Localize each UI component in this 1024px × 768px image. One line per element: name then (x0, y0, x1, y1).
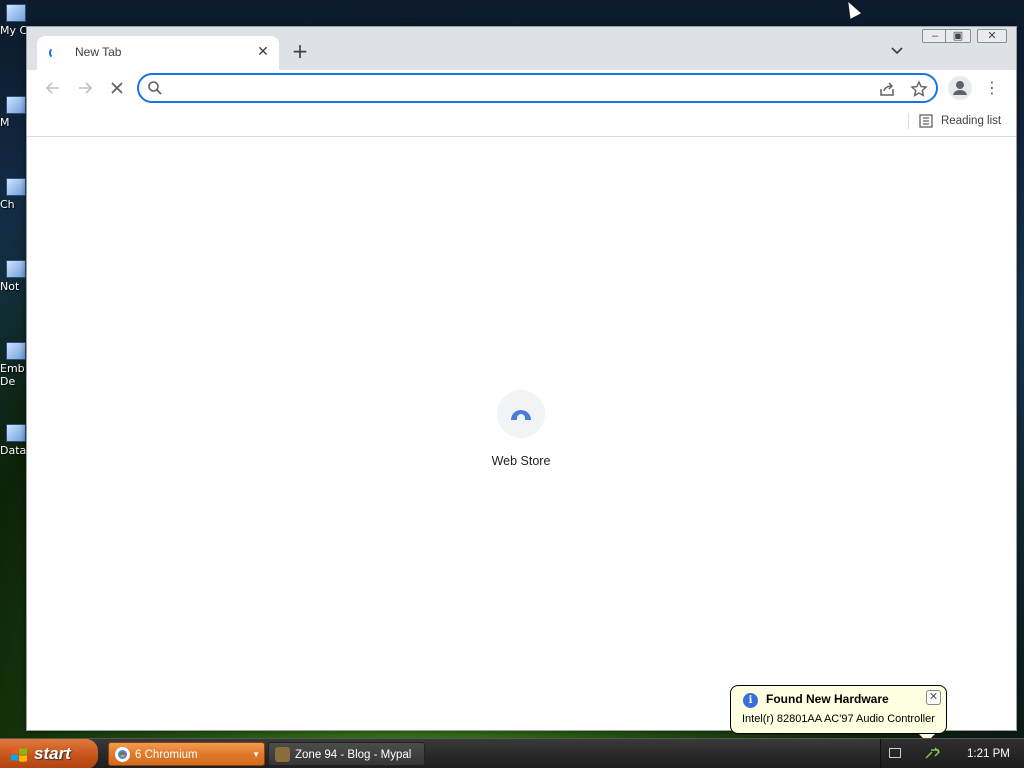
close-window-button[interactable]: ✕ (977, 29, 1007, 43)
tab-title: New Tab (75, 45, 122, 59)
start-label: start (34, 744, 71, 763)
back-arrow-icon[interactable] (41, 76, 65, 100)
mypal-icon (275, 747, 290, 762)
computer-icon (6, 4, 26, 22)
desktop-icon-label: Ch (0, 198, 15, 211)
address-input[interactable] (171, 79, 861, 97)
web-store-tile (497, 390, 545, 438)
tab-strip: New Tab ✕ + ‒ ▣ ✕ (27, 27, 1016, 70)
start-button[interactable]: start (0, 739, 98, 768)
share-icon[interactable] (878, 80, 896, 98)
search-icon (147, 80, 165, 98)
app-icon (6, 342, 26, 360)
chromium-icon (6, 178, 26, 196)
bookmarks-divider (908, 113, 909, 129)
keyboard-icon[interactable] (889, 748, 901, 758)
database-icon (6, 424, 26, 442)
notification-close-icon[interactable]: ✕ (926, 690, 941, 705)
clock: 1:21 PM (967, 748, 1010, 760)
system-tray: 1:21 PM (880, 739, 1024, 768)
maximize-button[interactable]: ▣ (945, 29, 971, 43)
taskbar-item-chromium[interactable]: 6 Chromium ▼ (108, 742, 265, 766)
notification-title: Found New Hardware (766, 692, 889, 706)
reading-list-button[interactable]: Reading list (919, 110, 1001, 132)
new-tab-page: Web Store (27, 138, 1016, 730)
mouse-cursor-icon (842, 0, 862, 19)
chromium-icon (115, 747, 130, 762)
reading-list-label: Reading list (941, 115, 1002, 127)
desktop-icon-label: Emb De (0, 362, 25, 388)
more-menu-icon[interactable]: ⋮ (982, 76, 1002, 100)
web-store-icon (511, 410, 531, 420)
profile-avatar-icon[interactable] (948, 76, 972, 100)
taskbar-item-label: 6 Chromium (135, 749, 198, 761)
taskbar-item-label: Zone 94 - Blog - Mypal (295, 749, 412, 761)
tab-close-icon[interactable]: ✕ (255, 44, 271, 60)
shortcut-web-store[interactable]: Web Store (482, 390, 560, 468)
desktop-icon-label: My C (0, 24, 28, 37)
info-icon: i (743, 693, 758, 708)
folder-icon (6, 96, 26, 114)
desktop-icon-label: Data (0, 444, 27, 457)
shortcut-label: Web Store (491, 454, 551, 468)
notepad-icon (6, 260, 26, 278)
taskbar-item-mypal[interactable]: Zone 94 - Blog - Mypal (268, 742, 425, 766)
bookmarks-bar: Reading list (27, 106, 1016, 137)
tab-new-tab[interactable]: New Tab ✕ (37, 36, 279, 70)
tab-search-chevron-icon[interactable] (889, 42, 905, 58)
omnibox[interactable] (137, 73, 938, 103)
taskbar: start 6 Chromium ▼ Zone 94 - Blog - Mypa… (0, 738, 1024, 768)
forward-arrow-icon[interactable] (73, 76, 97, 100)
reading-list-icon (919, 114, 933, 128)
network-icon[interactable] (925, 746, 941, 760)
group-dropdown-icon: ▼ (252, 750, 260, 759)
loading-spinner-icon (49, 47, 61, 59)
browser-window: New Tab ✕ + ‒ ▣ ✕ ⋮ Reading list Web Sto… (26, 26, 1017, 731)
notification-balloon[interactable]: i Found New Hardware ✕ Intel(r) 82801AA … (730, 685, 947, 742)
toolbar: ⋮ (27, 70, 1016, 106)
new-tab-button[interactable]: + (289, 40, 311, 62)
windows-flag-icon (11, 747, 27, 762)
desktop-icon-label: M (0, 116, 10, 129)
desktop-icon-label: Not (0, 280, 20, 293)
bookmark-star-icon[interactable] (910, 80, 928, 98)
stop-loading-icon[interactable] (105, 76, 129, 100)
notification-text: Intel(r) 82801AA AC'97 Audio Controller (742, 713, 935, 725)
